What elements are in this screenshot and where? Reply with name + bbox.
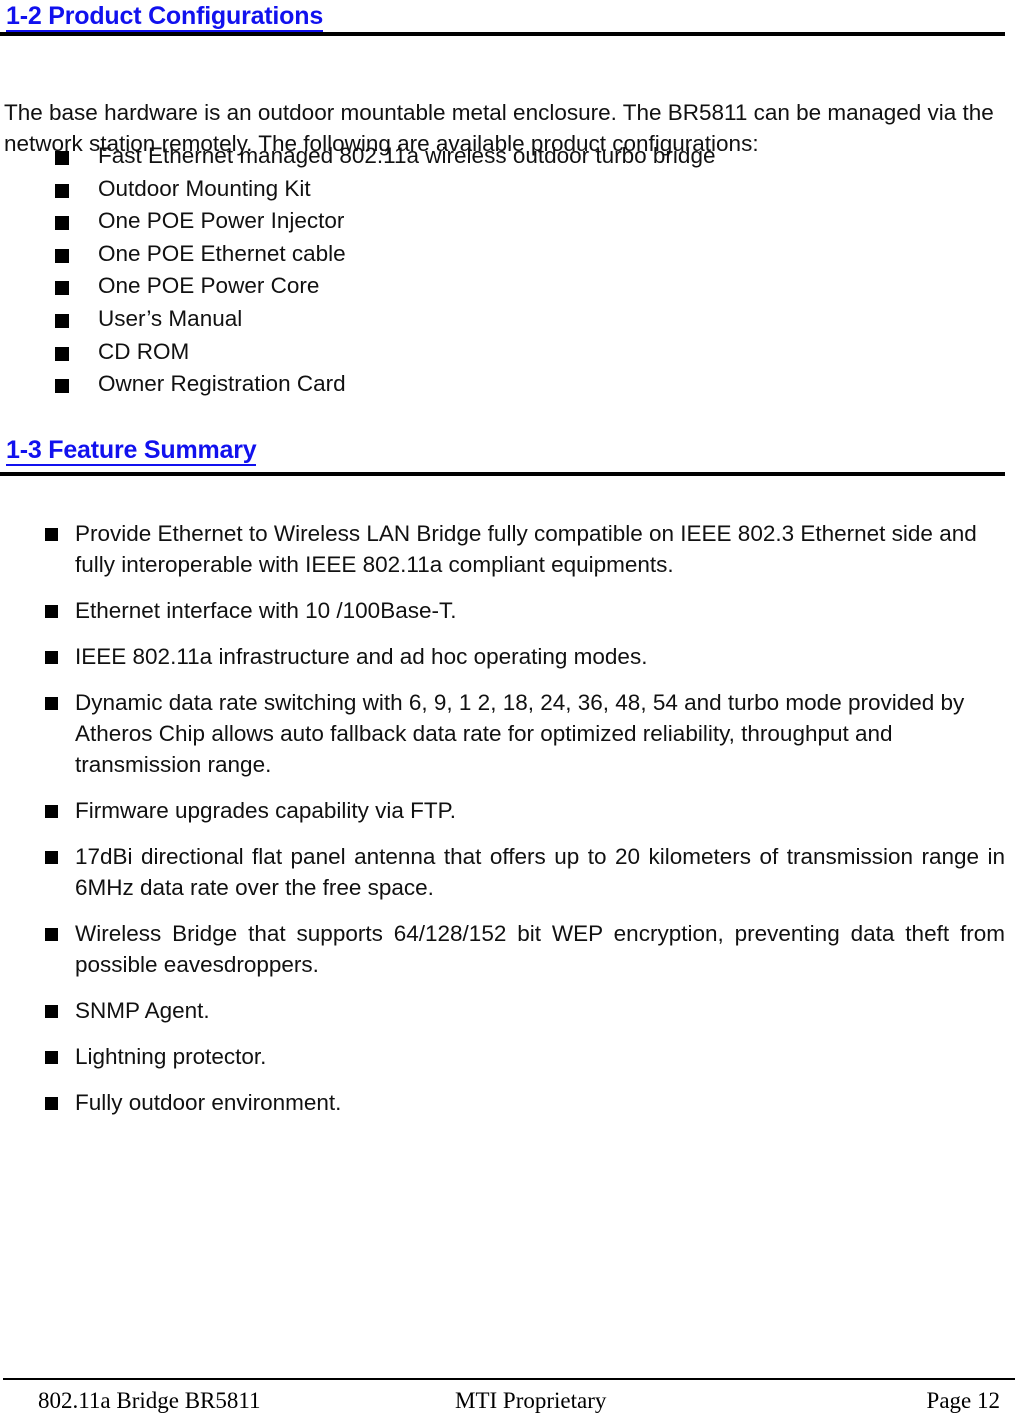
list-item: Firmware upgrades capability via FTP.: [0, 795, 1010, 826]
list-item: User’s Manual: [0, 303, 1005, 336]
section-heading-product-configurations: 1-2 Product Configurations: [6, 4, 323, 32]
list-item-label: One POE Ethernet cable: [98, 240, 346, 266]
list-item: IEEE 802.11a infrastructure and ad hoc o…: [0, 641, 1010, 672]
square-bullet-icon: [45, 605, 58, 618]
list-item: Wireless Bridge that supports 64/128/152…: [0, 918, 1010, 980]
list-item-label: IEEE 802.11a infrastructure and ad hoc o…: [75, 644, 648, 669]
square-bullet-icon: [45, 697, 58, 710]
list-item: Fast Ethernet managed 802.11a wireless o…: [0, 140, 1005, 173]
list-item-label: One POE Power Injector: [98, 208, 345, 234]
list-item-label: User’s Manual: [98, 305, 243, 331]
list-item: One POE Power Core: [0, 270, 1005, 303]
square-bullet-icon: [55, 313, 69, 328]
square-bullet-icon: [45, 1051, 58, 1064]
list-item-label: Owner Registration Card: [98, 371, 346, 397]
square-bullet-icon: [45, 928, 58, 941]
square-bullet-icon: [45, 805, 58, 818]
list-item-label: 17dBi directional flat panel antenna tha…: [75, 844, 1005, 900]
list-item: Lightning protector.: [0, 1041, 1010, 1072]
footer-product-name: 802.11a Bridge BR5811: [38, 1388, 261, 1413]
list-item: Ethernet interface with 10 /100Base-T.: [0, 595, 1010, 626]
footer-proprietary-notice: MTI Proprietary: [455, 1388, 607, 1413]
section-heading-text: 1-3 Feature Summary: [6, 436, 257, 466]
list-item-label: Provide Ethernet to Wireless LAN Bridge …: [75, 521, 977, 577]
list-item-label: Fast Ethernet managed 802.11a wireless o…: [98, 143, 716, 168]
list-item-label: One POE Power Core: [98, 273, 320, 299]
list-item-label: CD ROM: [98, 338, 190, 364]
square-bullet-icon: [55, 379, 69, 394]
section-heading-text: 1-2 Product Configurations: [6, 2, 324, 32]
list-item: Fully outdoor environment.: [0, 1087, 1010, 1118]
footer-rule: [3, 1378, 1015, 1380]
heading-rule-feature-summary: [0, 472, 1005, 476]
list-item-label: Ethernet interface with 10 /100Base-T.: [75, 598, 457, 623]
heading-rule-product-configurations: [0, 32, 1005, 36]
square-bullet-icon: [55, 183, 69, 198]
list-item-label: Dynamic data rate switching with 6, 9, 1…: [75, 690, 965, 777]
square-bullet-icon: [45, 1097, 58, 1110]
list-item-label: Outdoor Mounting Kit: [98, 175, 311, 201]
list-item: 17dBi directional flat panel antenna tha…: [0, 841, 1010, 903]
square-bullet-icon: [55, 151, 69, 165]
list-item: Outdoor Mounting Kit: [0, 173, 1005, 206]
list-item: Owner Registration Card: [0, 368, 1005, 401]
square-bullet-icon: [45, 528, 58, 541]
list-item-label: Fully outdoor environment.: [75, 1090, 342, 1115]
square-bullet-icon: [55, 346, 69, 361]
square-bullet-icon: [55, 248, 69, 263]
page-footer: 802.11a Bridge BR5811 MTI Proprietary Pa…: [0, 1386, 1026, 1420]
product-configurations-list: Fast Ethernet managed 802.11a wireless o…: [0, 140, 1005, 401]
list-item: Provide Ethernet to Wireless LAN Bridge …: [0, 518, 1010, 580]
feature-summary-list: Provide Ethernet to Wireless LAN Bridge …: [0, 518, 1010, 1133]
square-bullet-icon: [55, 216, 69, 231]
square-bullet-icon: [45, 851, 58, 864]
list-item: SNMP Agent.: [0, 995, 1010, 1026]
square-bullet-icon: [45, 651, 58, 664]
section-heading-feature-summary: 1-3 Feature Summary: [6, 436, 257, 466]
list-item: Dynamic data rate switching with 6, 9, 1…: [0, 687, 1010, 780]
list-item-label: Wireless Bridge that supports 64/128/152…: [75, 921, 1005, 977]
list-item: One POE Ethernet cable: [0, 238, 1005, 271]
list-item-label: SNMP Agent.: [75, 998, 210, 1023]
document-page: 1-2 Product Configurations The base hard…: [0, 0, 1026, 1422]
list-item-label: Lightning protector.: [75, 1044, 267, 1069]
list-item: One POE Power Injector: [0, 205, 1005, 238]
list-item-label: Firmware upgrades capability via FTP.: [75, 798, 456, 823]
square-bullet-icon: [45, 1005, 58, 1018]
square-bullet-icon: [55, 281, 69, 296]
list-item: CD ROM: [0, 336, 1005, 369]
footer-page-number: Page 12: [926, 1388, 1000, 1413]
